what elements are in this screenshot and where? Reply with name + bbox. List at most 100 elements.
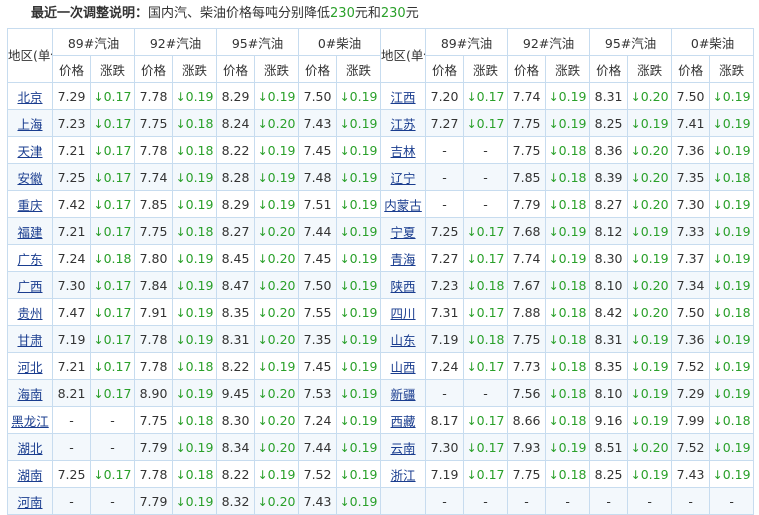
change-value: 0.19	[349, 196, 378, 212]
price-cell: 7.41	[671, 109, 711, 137]
change-cell: ↓0.19	[254, 82, 300, 110]
down-arrow-icon: ↓	[175, 224, 186, 239]
province-link[interactable]: 甘肃	[17, 333, 42, 348]
down-arrow-icon: ↓	[548, 467, 559, 482]
price-cell: 7.68	[507, 217, 547, 245]
change-cell: ↓0.19	[172, 298, 218, 326]
province-link[interactable]: 重庆	[17, 198, 42, 213]
province-link[interactable]: 贵州	[17, 306, 42, 321]
province-link[interactable]: 湖南	[17, 468, 42, 483]
price-cell: 7.21	[52, 217, 91, 245]
oil-price-table: 地区(单位:元/升) 89#汽油 92#汽油 95#汽油 0#柴油 地区(单位:…	[7, 28, 755, 515]
down-arrow-icon: ↓	[93, 251, 104, 266]
price-cell: 8.29	[216, 190, 256, 218]
province-link[interactable]: 河北	[17, 360, 42, 375]
down-arrow-icon: ↓	[93, 467, 104, 482]
price-cell: 8.36	[589, 136, 629, 164]
change-cell: ↓0.19	[336, 109, 382, 137]
price-cell: 9.16	[589, 406, 629, 434]
price-cell: -	[425, 136, 465, 164]
change-cell: ↓0.17	[89, 271, 136, 299]
province-link[interactable]: 宁夏	[391, 225, 416, 240]
province-link[interactable]: 广西	[17, 279, 42, 294]
region-cell: 江苏	[380, 109, 427, 137]
down-arrow-icon: ↓	[339, 143, 350, 158]
province-link[interactable]: 山东	[391, 333, 416, 348]
down-arrow-icon: ↓	[630, 89, 641, 104]
province-link[interactable]: 四川	[391, 306, 416, 321]
province-link[interactable]: 辽宁	[391, 171, 416, 186]
down-arrow-icon: ↓	[712, 359, 723, 374]
price-cell: -	[425, 190, 465, 218]
province-link[interactable]: 云南	[391, 441, 416, 456]
change-cell: -	[463, 190, 509, 218]
change-value: 0.18	[722, 412, 751, 428]
province-link[interactable]: 河南	[17, 495, 42, 510]
province-link[interactable]: 陕西	[391, 279, 416, 294]
change-value: 0.19	[558, 439, 587, 455]
province-link[interactable]: 山西	[391, 360, 416, 375]
province-link[interactable]: 广东	[17, 252, 42, 267]
down-arrow-icon: ↓	[93, 197, 104, 212]
change-value: 0.19	[640, 385, 669, 401]
province-link[interactable]: 黑龙江	[11, 414, 49, 429]
price-cell: 7.31	[425, 298, 465, 326]
province-link[interactable]: 湖北	[17, 441, 42, 456]
down-arrow-icon: ↓	[466, 251, 477, 266]
change-value: 0.17	[103, 169, 132, 185]
change-value: 0.19	[349, 493, 378, 509]
down-arrow-icon: ↓	[630, 440, 641, 455]
change-cell: ↓0.19	[627, 217, 673, 245]
change-value: 0.19	[349, 304, 378, 320]
province-link[interactable]: 上海	[17, 117, 42, 132]
province-link[interactable]: 内蒙古	[384, 198, 422, 213]
region-cell: 安徽	[7, 163, 53, 191]
province-link[interactable]: 青海	[391, 252, 416, 267]
down-arrow-icon: ↓	[257, 359, 268, 374]
price-cell: 7.24	[52, 244, 91, 272]
province-link[interactable]: 北京	[17, 90, 42, 105]
change-value: 0.19	[722, 331, 751, 347]
change-cell: ↓0.19	[336, 406, 382, 434]
down-arrow-icon: ↓	[257, 413, 268, 428]
down-arrow-icon: ↓	[466, 278, 477, 293]
region-cell: 福建	[7, 217, 53, 245]
province-link[interactable]: 吉林	[391, 144, 416, 159]
down-arrow-icon: ↓	[712, 251, 723, 266]
price-cell: 7.43	[298, 487, 338, 515]
price-cell: 7.75	[507, 325, 547, 353]
down-arrow-icon: ↓	[175, 386, 186, 401]
change-cell: -	[463, 136, 509, 164]
price-cell: 8.42	[589, 298, 629, 326]
down-arrow-icon: ↓	[175, 170, 186, 185]
province-link[interactable]: 浙江	[391, 468, 416, 483]
province-link[interactable]: 江西	[391, 90, 416, 105]
province-link[interactable]: 西藏	[391, 414, 416, 429]
change-value: 0.19	[349, 466, 378, 482]
province-link[interactable]: 安徽	[17, 171, 42, 186]
province-link[interactable]: 海南	[17, 387, 42, 402]
region-cell: 广东	[7, 244, 53, 272]
down-arrow-icon: ↓	[257, 197, 268, 212]
province-link[interactable]: 福建	[17, 225, 42, 240]
province-link[interactable]: 天津	[17, 144, 42, 159]
down-arrow-icon: ↓	[175, 440, 186, 455]
change-value: 0.19	[722, 88, 751, 104]
change-cell: ↓0.19	[336, 271, 382, 299]
change-cell: ↓0.20	[627, 136, 673, 164]
price-cell: 7.30	[52, 271, 91, 299]
down-arrow-icon: ↓	[712, 278, 723, 293]
price-cell: -	[52, 487, 91, 515]
change-value: 0.19	[640, 223, 669, 239]
change-value: 0.19	[185, 385, 214, 401]
down-arrow-icon: ↓	[712, 305, 723, 320]
change-cell: ↓0.20	[254, 433, 300, 461]
province-link[interactable]: 新疆	[391, 387, 416, 402]
change-cell: ↓0.17	[89, 379, 136, 407]
province-link[interactable]: 江苏	[391, 117, 416, 132]
adjustment-notice: 最近一次调整说明：国内汽、柴油价格每吨分别降低230元和230元	[7, 0, 756, 28]
down-arrow-icon: ↓	[466, 116, 477, 131]
change-cell: ↓0.19	[627, 244, 673, 272]
price-cell: 7.29	[52, 82, 91, 110]
price-cell: 7.93	[507, 433, 547, 461]
